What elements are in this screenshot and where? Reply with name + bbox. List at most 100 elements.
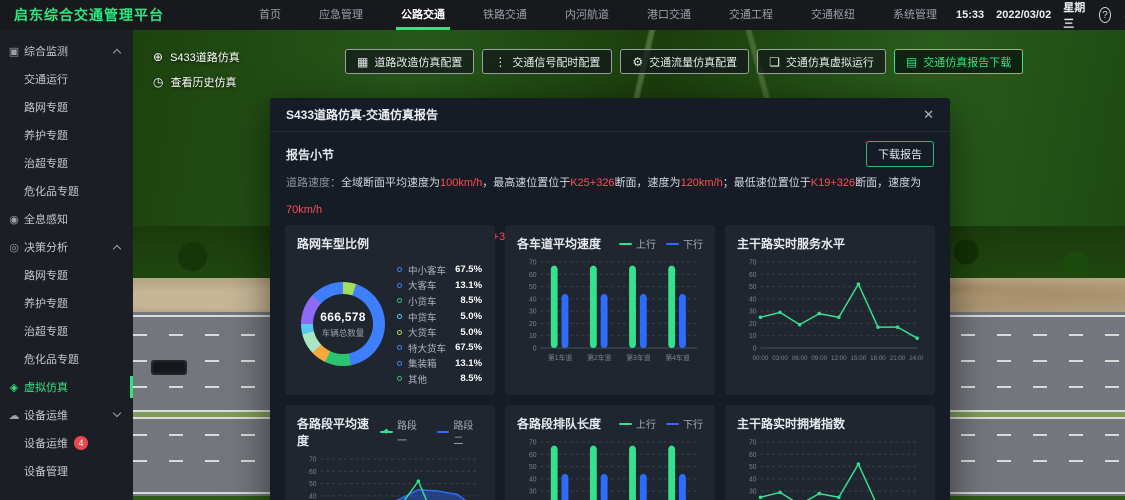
nav-item-内河航道[interactable]: 内河航道 [546, 0, 628, 30]
summary-text: 断面，速度为 [615, 177, 681, 189]
nav-item-交通枢纽[interactable]: 交通枢纽 [792, 0, 874, 30]
nav-item-铁路交通[interactable]: 铁路交通 [464, 0, 546, 30]
nav-item-首页[interactable]: 首页 [240, 0, 300, 30]
plus-circle-icon: ⊕ [153, 51, 163, 63]
chart-card-head: 各路段平均速度◆路段一路段二 [297, 415, 483, 449]
sidebar-item-治超专题[interactable]: 治超专题 [0, 317, 133, 345]
sidebar-item-综合监测[interactable]: ▣综合监测 [0, 37, 133, 65]
nav-item-港口交通[interactable]: 港口交通 [628, 0, 710, 30]
toolbar-button-交通仿真虚拟运行[interactable]: ❏交通仿真虚拟运行 [757, 49, 886, 74]
sidebar-item-label: 设备运维 [24, 407, 68, 423]
sidebar: ▣综合监测交通运行路网专题养护专题治超专题危化品专题◉全息感知◎决策分析路网专题… [0, 30, 133, 500]
legend-percent: 13.1% [446, 280, 482, 291]
sidebar-item-治超专题[interactable]: 治超专题 [0, 149, 133, 177]
close-icon[interactable]: ✕ [923, 107, 934, 123]
legend-line [666, 243, 679, 245]
svg-text:60: 60 [749, 272, 757, 279]
legend-percent: 5.0% [446, 311, 482, 322]
sidebar-item-养护专题[interactable]: 养护专题 [0, 289, 133, 317]
sidebar-item-label: 养护专题 [24, 295, 68, 311]
sidebar-item-交通运行[interactable]: 交通运行 [0, 65, 133, 93]
legend-item-下行: 下行 [666, 236, 703, 251]
legend-dot [397, 267, 402, 272]
svg-text:60: 60 [529, 272, 537, 279]
chart-card-1: 各车道平均速度上行下行010203040506070第1车道第2车道第3车道第4… [505, 225, 715, 395]
toolbar-button-交通流量仿真配置[interactable]: ⚙交通流量仿真配置 [620, 49, 749, 74]
legend-value: 65 [482, 342, 495, 353]
toolbar-button-交通信号配时配置[interactable]: ⋮ 交通信号配时配置 [482, 49, 612, 74]
legend-row: 大货车5.0%2 [397, 324, 495, 340]
summary-value: 120km/h [681, 177, 723, 189]
legend-label: 上行 [636, 416, 656, 431]
legend-line [619, 423, 632, 425]
svg-text:40: 40 [529, 296, 537, 303]
legend-row: 大客车13.1%30 [397, 278, 495, 294]
device-icon: ☁ [7, 409, 21, 422]
sidebar-item-养护专题[interactable]: 养护专题 [0, 121, 133, 149]
legend-line [619, 243, 632, 245]
legend-dot [397, 314, 402, 319]
chart-plot: 010203040506070 [297, 453, 483, 500]
modal-title: S433道路仿真-交通仿真报告 [286, 106, 438, 123]
map-actions: ⊕ S433道路仿真 ◷查看历史仿真 [153, 49, 240, 90]
svg-text:0: 0 [753, 345, 757, 352]
clock-date: 2022/03/02 [996, 9, 1051, 21]
nav-item-应急管理[interactable]: 应急管理 [300, 0, 382, 30]
svg-text:03:00: 03:00 [772, 355, 788, 362]
legend-item-路段一: ◆路段一 [380, 417, 426, 447]
legend-row: 集装箱13.1%30 [397, 356, 495, 372]
sidebar-item-虚拟仿真[interactable]: ◈虚拟仿真 [0, 373, 133, 401]
sidebar-item-设备运维[interactable]: 设备运维4 [0, 429, 133, 457]
svg-text:10: 10 [749, 333, 757, 340]
dashboard-icon: ▣ [7, 45, 21, 58]
nav-item-公路交通[interactable]: 公路交通 [382, 0, 464, 30]
sidebar-item-全息感知[interactable]: ◉全息感知 [0, 205, 133, 233]
map-action-查看历史仿真[interactable]: ◷查看历史仿真 [153, 74, 240, 90]
legend-percent: 5.0% [446, 327, 482, 338]
legend-value: 20 [482, 373, 495, 384]
legend-percent: 67.5% [446, 264, 482, 275]
legend-label: 下行 [683, 416, 703, 431]
toolbar-button-label: 交通信号配时配置 [512, 54, 600, 70]
nav-item-交通工程[interactable]: 交通工程 [710, 0, 792, 30]
svg-text:第2车道: 第2车道 [587, 353, 611, 362]
download-report-button[interactable]: 下载报告 [866, 141, 934, 167]
svg-text:30: 30 [529, 309, 537, 316]
decision-icon: ◎ [7, 241, 21, 254]
map-action-S433道路仿真[interactable]: ⊕ S433道路仿真 [153, 49, 240, 65]
clock-weekday: 星期三 [1063, 0, 1087, 31]
svg-text:第4车道: 第4车道 [665, 353, 689, 362]
sidebar-item-路网专题[interactable]: 路网专题 [0, 93, 133, 121]
nav-item-系统管理[interactable]: 系统管理 [874, 0, 956, 30]
chart-title: 路网车型比例 [297, 235, 369, 252]
charts-grid: 路网车型比例666,578车辆总数量中小客车67.5%65大客车13.1%30小… [285, 225, 935, 500]
summary-text: ，最高速位置位于 [482, 177, 570, 189]
chevron-down-icon [113, 409, 121, 417]
map-vehicle [151, 360, 187, 375]
svg-text:70: 70 [529, 439, 537, 446]
sidebar-item-路网专题[interactable]: 路网专题 [0, 261, 133, 289]
sidebar-item-设备管理[interactable]: 设备管理 [0, 457, 133, 485]
map-action-label: S433道路仿真 [170, 49, 240, 65]
svg-text:50: 50 [749, 284, 757, 291]
signal-icon: ⋮ [494, 56, 506, 68]
svg-text:20: 20 [529, 321, 537, 328]
sidebar-item-决策分析[interactable]: ◎决策分析 [0, 233, 133, 261]
svg-text:18:00: 18:00 [870, 355, 886, 362]
chart-legend: 上行下行 [619, 236, 703, 251]
sidebar-item-危化品专题[interactable]: 危化品专题 [0, 345, 133, 373]
svg-text:30: 30 [749, 309, 757, 316]
svg-text:40: 40 [749, 296, 757, 303]
sidebar-item-label: 危化品专题 [24, 183, 79, 199]
legend-dot [397, 330, 402, 335]
legend-dot [397, 376, 402, 381]
toolbar-button-交通仿真报告下载[interactable]: ▤交通仿真报告下载 [894, 49, 1023, 74]
sidebar-item-危化品专题[interactable]: 危化品专题 [0, 177, 133, 205]
toolbar-button-道路改造仿真配置[interactable]: ▦道路改造仿真配置 [345, 49, 474, 74]
summary-value: K19+326 [811, 177, 855, 189]
sidebar-item-设备运维[interactable]: ☁设备运维 [0, 401, 133, 429]
help-icon[interactable]: ? [1099, 7, 1111, 23]
legend-value: 65 [482, 264, 495, 275]
legend-item-路段二: 路段二 [437, 417, 483, 447]
legend-row: 其他8.5%20 [397, 371, 495, 387]
